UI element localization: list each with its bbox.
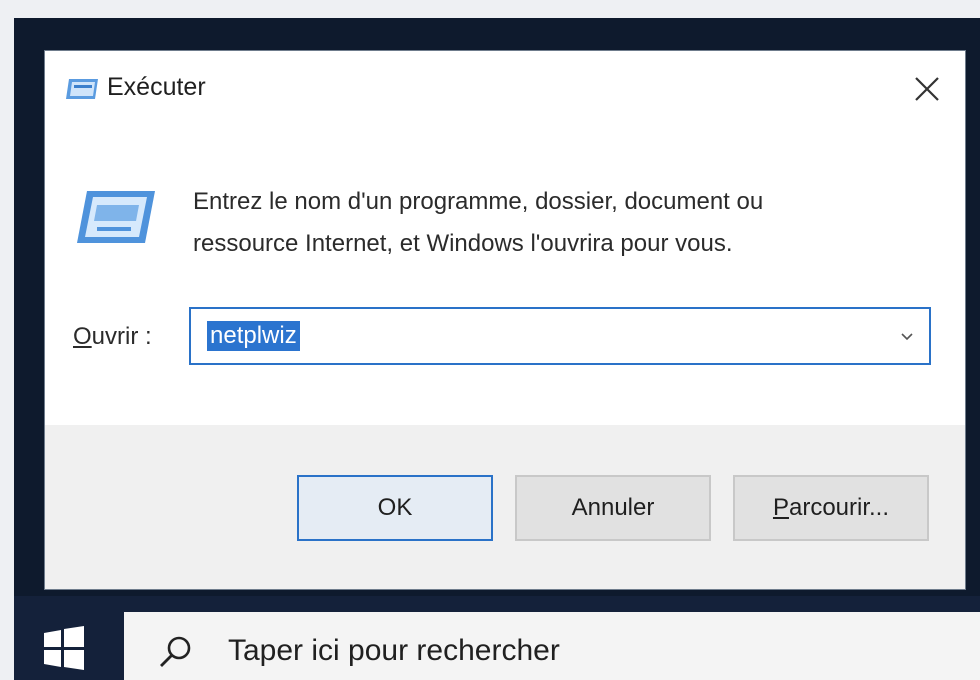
dropdown-button[interactable] [885,309,929,363]
windows-logo-icon[interactable] [42,626,86,670]
run-program-icon [77,191,155,243]
search-placeholder: Taper ici pour rechercher [228,634,560,667]
browse-accelerator: P [772,494,789,521]
cancel-button[interactable]: Annuler [515,475,711,541]
search-icon [160,636,191,667]
run-icon [66,79,98,99]
open-combobox[interactable]: netplwiz [189,307,931,365]
taskbar: Taper ici pour rechercher [14,596,980,680]
run-dialog: Exécuter Entrez le nom d'un programme, d… [44,50,966,590]
open-input[interactable]: netplwiz [207,321,300,351]
browse-button[interactable]: Parcourir... [733,475,929,541]
close-icon [915,77,939,101]
title-bar: Exécuter [45,51,965,127]
ok-button[interactable]: OK [297,475,493,541]
open-label-accelerator: O [73,323,92,350]
browse-label: arcourir... [788,494,890,521]
dialog-title: Exécuter [107,73,206,101]
description-line: ressource Internet, et Windows l'ouvrira… [193,230,733,257]
open-label-text: uvrir : [91,323,152,350]
chevron-down-icon [901,333,913,341]
dialog-description: Entrez le nom d'un programme, dossier, d… [193,181,933,265]
description-line: Entrez le nom d'un programme, dossier, d… [193,188,764,215]
open-label: Ouvrir : [73,323,152,351]
taskbar-search-box[interactable]: Taper ici pour rechercher [124,612,980,680]
close-button[interactable] [899,63,955,115]
dialog-footer: OK Annuler Parcourir... [45,425,965,589]
